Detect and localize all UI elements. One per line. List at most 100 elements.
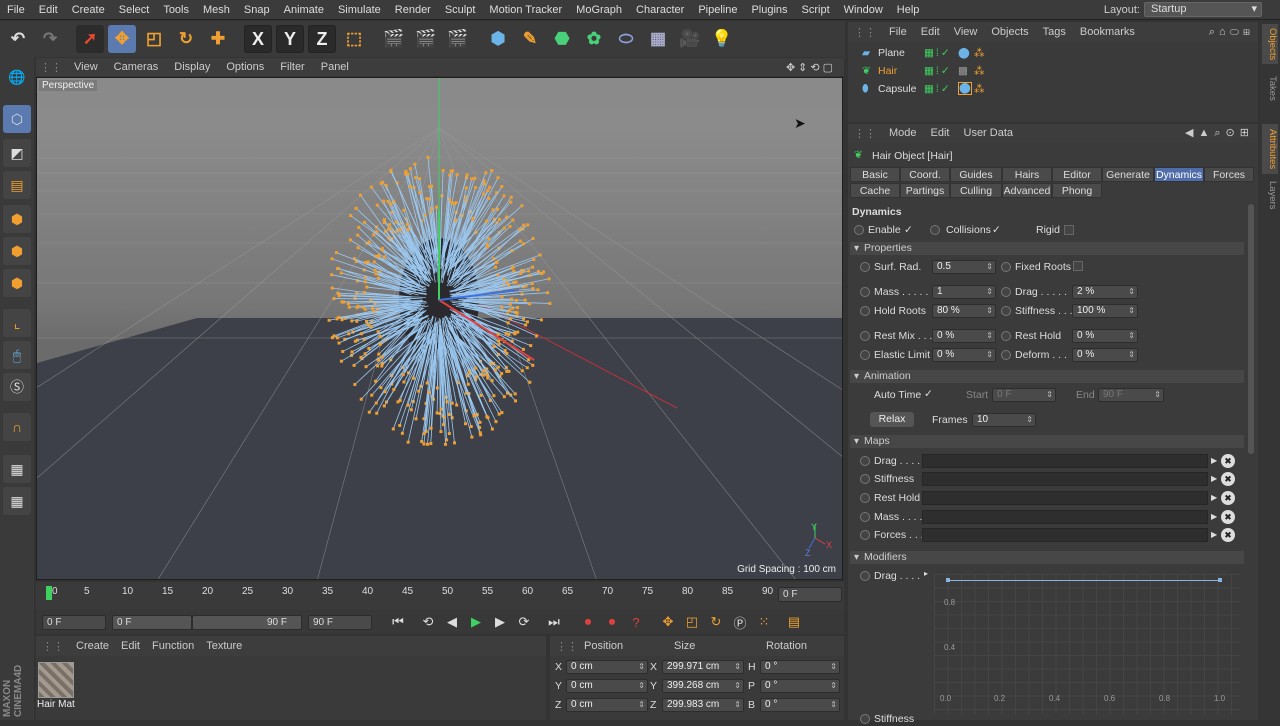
workplane-icon[interactable]: ▤ <box>3 171 31 199</box>
menu-mograph[interactable]: MoGraph <box>569 0 629 20</box>
render-settings-icon[interactable]: 🎬 <box>444 25 472 53</box>
map-arrow-icon[interactable]: ▶ <box>1211 528 1217 542</box>
coord-rot-p[interactable]: 0 ° <box>760 679 840 693</box>
menu-snap[interactable]: Snap <box>237 0 277 20</box>
attr-menu-edit[interactable]: Edit <box>924 127 957 139</box>
attr-menu-user-data[interactable]: User Data <box>957 127 1021 139</box>
menu-motion-tracker[interactable]: Motion Tracker <box>482 0 569 20</box>
map-field-forces[interactable] <box>922 528 1208 542</box>
object-name-capsule[interactable]: Capsule <box>878 82 917 96</box>
modifier-drag-keyframe-radio[interactable] <box>860 571 870 581</box>
drag-handle-icon[interactable]: ⋮⋮ <box>848 127 882 140</box>
spline-point[interactable] <box>1218 578 1222 582</box>
obj-menu-file[interactable]: File <box>882 26 914 38</box>
object-name-hair[interactable]: Hair <box>878 64 897 78</box>
hold-roots-field[interactable]: 80 % <box>932 304 996 318</box>
map-keyframe-radio[interactable] <box>860 512 870 522</box>
viewport-menu-cameras[interactable]: Cameras <box>106 61 167 73</box>
drag-handle-icon[interactable]: ⋮⋮ <box>36 61 66 74</box>
surf-rad-field[interactable]: 0.5 <box>932 260 996 274</box>
key-parameter-icon[interactable]: Ⓟ <box>730 612 750 632</box>
key-scale-icon[interactable]: ◰ <box>682 612 702 632</box>
drag-spline-graph[interactable]: 0.8 0.4 0.0 0.2 0.4 0.6 0.8 1.0 <box>934 574 1240 714</box>
solo-icon[interactable]: Ⓢ <box>3 373 31 401</box>
camera-icon[interactable]: 🎥 <box>676 25 704 53</box>
map-field-stiffness[interactable] <box>922 472 1208 486</box>
material-tag-icon[interactable]: ⁂ <box>974 46 985 60</box>
coord-pos-z[interactable]: 0 cm <box>566 698 648 712</box>
scale-tool-icon[interactable]: ◰ <box>140 25 168 53</box>
y-axis-button[interactable]: Y <box>276 25 304 53</box>
obj-menu-bookmarks[interactable]: Bookmarks <box>1073 26 1142 38</box>
cube-primitive-icon[interactable]: ⬢ <box>484 25 512 53</box>
viewport-menu-options[interactable]: Options <box>218 61 272 73</box>
perspective-viewport[interactable]: Y X Z Perspective Grid Spacing : 100 cm … <box>36 77 843 580</box>
light-icon[interactable]: 💡 <box>708 25 736 53</box>
map-clear-icon[interactable]: ✖ <box>1221 491 1235 505</box>
mat-menu-create[interactable]: Create <box>70 640 115 652</box>
cloner-icon[interactable]: ✿ <box>580 25 608 53</box>
coord-size-y[interactable]: 399.268 cm <box>662 679 744 693</box>
points-mode-icon[interactable]: ⬢ <box>3 205 31 233</box>
viewport-menu-filter[interactable]: Filter <box>272 61 312 73</box>
timeline-ruler[interactable]: 0 5 10 15 20 25 30 35 40 45 50 55 60 65 … <box>36 582 844 610</box>
menu-tools[interactable]: Tools <box>156 0 196 20</box>
elastic-limit-keyframe-radio[interactable] <box>860 350 870 360</box>
timeline-icon[interactable]: ▤ <box>784 612 804 632</box>
undo-icon[interactable]: ↶ <box>4 25 32 53</box>
attr-menu-mode[interactable]: Mode <box>882 127 924 139</box>
make-editable-icon[interactable]: 🌐 <box>3 63 31 91</box>
tab-advanced[interactable]: Advanced <box>1002 183 1052 198</box>
deform-keyframe-radio[interactable] <box>1001 350 1011 360</box>
map-arrow-icon[interactable]: ▶ <box>1211 472 1217 486</box>
deformer-icon[interactable]: ⬭ <box>612 25 640 53</box>
menu-mesh[interactable]: Mesh <box>196 0 237 20</box>
x-axis-button[interactable]: X <box>244 25 272 53</box>
object-name-plane[interactable]: Plane <box>878 46 905 60</box>
side-tab-attributes[interactable]: Attributes <box>1262 124 1278 174</box>
polygons-mode-icon[interactable]: ⬢ <box>3 269 31 297</box>
quantize-icon[interactable]: ▦ <box>3 487 31 515</box>
floor-environment-icon[interactable]: ▦ <box>644 25 672 53</box>
drag-handle-icon[interactable]: ⋮⋮ <box>550 640 584 653</box>
obj-menu-objects[interactable]: Objects <box>984 26 1035 38</box>
drag-field[interactable]: 2 % <box>1072 285 1138 299</box>
tab-partings[interactable]: Partings <box>900 183 950 198</box>
modifier-stiffness-keyframe-radio[interactable] <box>860 714 870 724</box>
add-tool-icon[interactable]: ✚ <box>204 25 232 53</box>
edges-mode-icon[interactable]: ⬢ <box>3 237 31 265</box>
render-view-icon[interactable]: 🎬 <box>380 25 408 53</box>
tab-editor[interactable]: Editor <box>1052 167 1102 182</box>
tab-guides[interactable]: Guides <box>950 167 1002 182</box>
material-swatch[interactable] <box>38 662 74 698</box>
move-tool-icon[interactable]: ✥ <box>108 25 136 53</box>
mat-menu-function[interactable]: Function <box>146 640 200 652</box>
map-arrow-icon[interactable]: ▶ <box>1211 491 1217 505</box>
map-keyframe-radio[interactable] <box>860 474 870 484</box>
mat-menu-texture[interactable]: Texture <box>200 640 248 652</box>
drag-handle-icon[interactable]: ⋮⋮ <box>848 26 882 39</box>
menu-help[interactable]: Help <box>890 0 927 20</box>
tab-phong[interactable]: Phong <box>1052 183 1102 198</box>
map-clear-icon[interactable]: ✖ <box>1221 454 1235 468</box>
visibility-check-icon[interactable]: ▦⁞✓ <box>924 82 952 96</box>
drag-handle-icon[interactable]: ⋮⋮ <box>36 640 70 653</box>
tab-forces[interactable]: Forces <box>1204 167 1254 182</box>
coord-rot-h[interactable]: 0 ° <box>760 660 840 674</box>
next-frame-icon[interactable]: ▶ <box>490 612 510 632</box>
material-tag-icon[interactable]: ⁂ <box>974 82 985 96</box>
coord-size-z[interactable]: 299.983 cm <box>662 698 744 712</box>
enable-checkbox[interactable]: ✓ <box>904 223 913 237</box>
workplane-lock-icon[interactable]: ▦ <box>3 455 31 483</box>
coord-pos-x[interactable]: 0 cm <box>566 660 648 674</box>
model-mode-icon[interactable]: ⬡ <box>3 105 31 133</box>
coord-size-x[interactable]: 299.971 cm <box>662 660 744 674</box>
menu-render[interactable]: Render <box>388 0 438 20</box>
tab-basic[interactable]: Basic <box>850 167 900 182</box>
mass-keyframe-radio[interactable] <box>860 287 870 297</box>
go-to-start-icon[interactable]: ⏮ <box>388 612 408 632</box>
tab-cache[interactable]: Cache <box>850 183 900 198</box>
start-field[interactable]: 0 F <box>992 388 1056 402</box>
menu-animate[interactable]: Animate <box>277 0 331 20</box>
properties-section[interactable]: Properties <box>850 242 1244 255</box>
